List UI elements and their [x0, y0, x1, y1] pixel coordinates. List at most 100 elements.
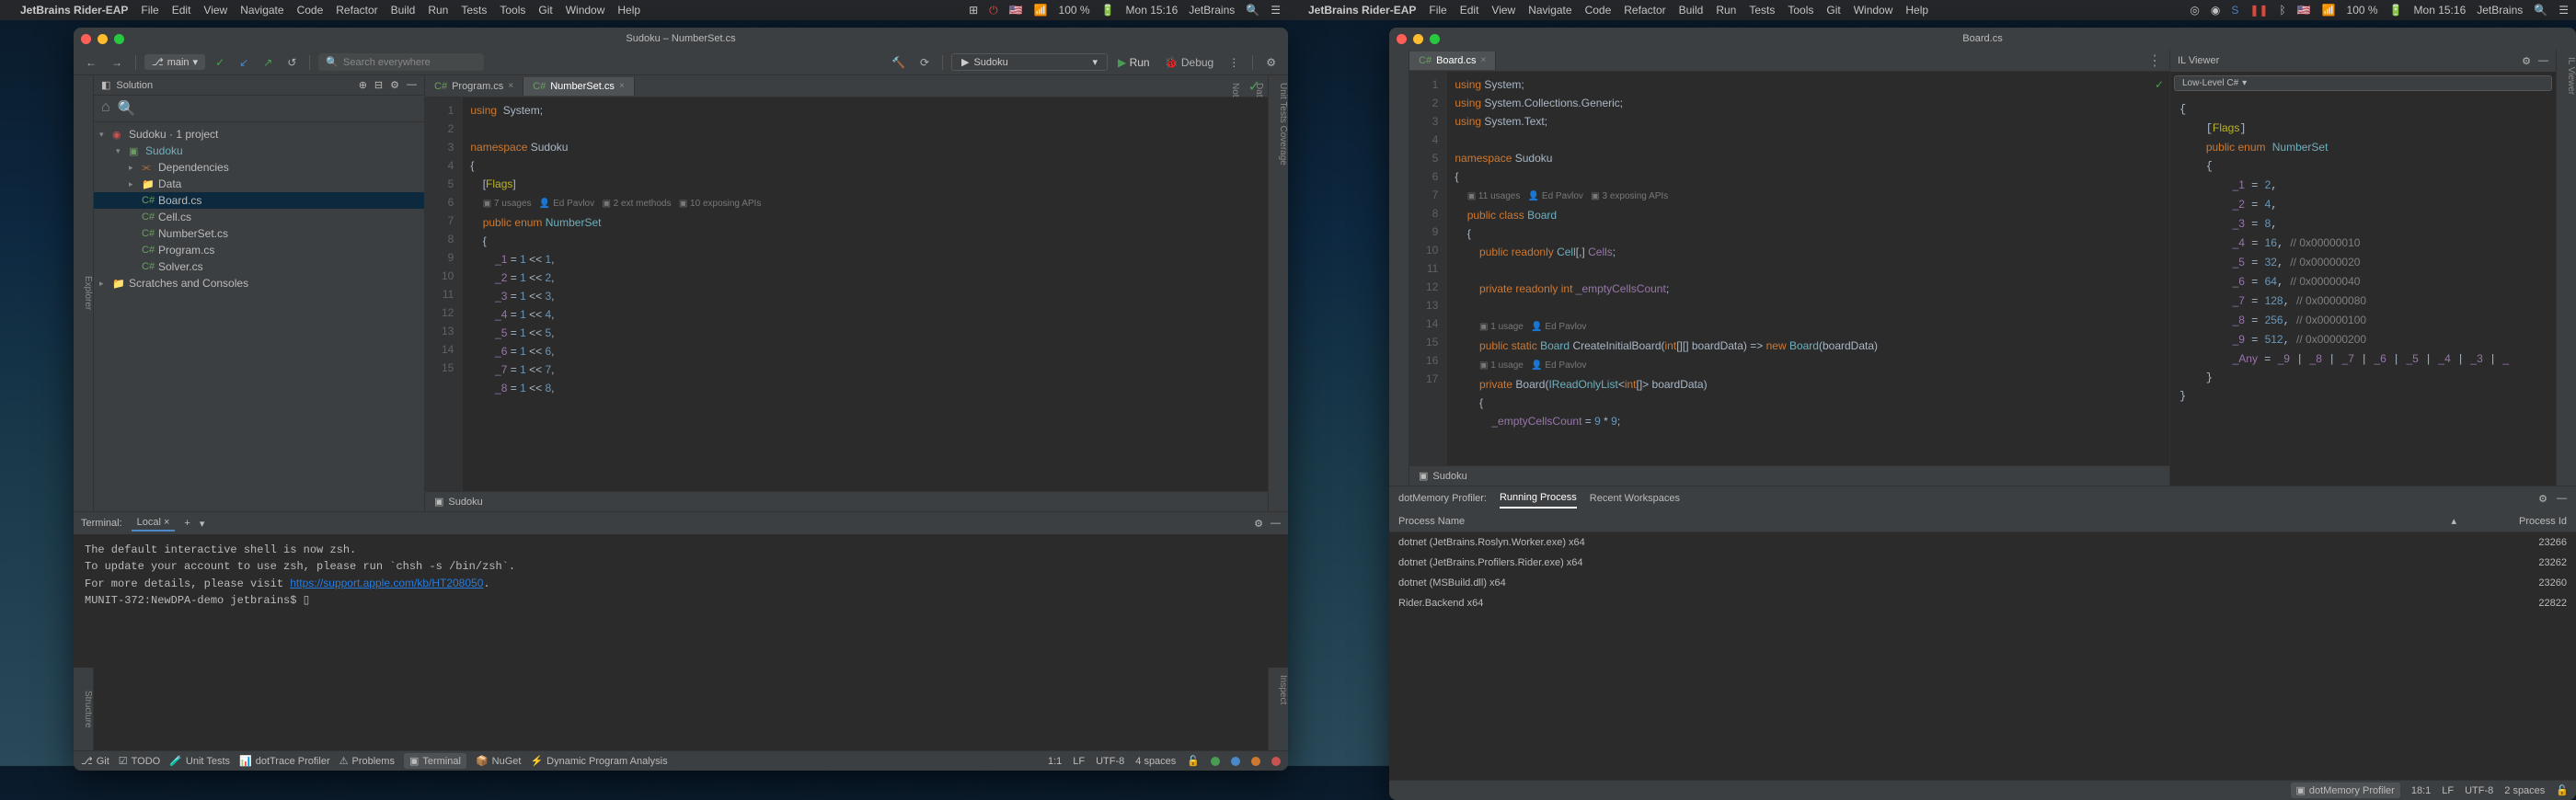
menubar-app[interactable]: JetBrains Rider-EAP [20, 4, 128, 17]
structure-tab[interactable]: Structure [83, 675, 93, 743]
reload-icon[interactable]: ⟳ [915, 54, 934, 71]
more-icon[interactable]: ⋮ [2140, 51, 2169, 70]
sort-icon[interactable]: ▴ [2451, 515, 2456, 527]
flag-icon[interactable]: 🇺🇸 [1009, 4, 1023, 17]
col-process-id[interactable]: Process Id [2475, 516, 2567, 527]
menu-tools[interactable]: Tools [1788, 4, 1813, 17]
terminal-output[interactable]: The default interactive shell is now zsh… [74, 534, 1288, 750]
col-process-name[interactable]: Process Name [1398, 516, 2451, 527]
close-button[interactable] [81, 34, 91, 44]
commit-icon[interactable]: ✓ [211, 54, 229, 71]
tab-numberset[interactable]: C#NumberSet.cs× [523, 77, 635, 96]
battery-icon[interactable]: 🔋 [1101, 4, 1115, 17]
tree-deps[interactable]: ▸⫘Dependencies [94, 159, 424, 176]
flag-icon[interactable]: 🇺🇸 [2297, 4, 2311, 17]
inspection-icon[interactable]: ✓ [2155, 75, 2164, 94]
search-icon[interactable]: 🔍 [118, 99, 136, 118]
menubar-app[interactable]: JetBrains Rider-EAP [1308, 4, 1416, 17]
power-icon[interactable]: ⏻ [989, 4, 998, 17]
tree-project[interactable]: ▾▣Sudoku [94, 143, 424, 159]
close-button[interactable] [1397, 34, 1407, 44]
process-row[interactable]: dotnet (JetBrains.Profilers.Rider.exe) x… [1389, 553, 2576, 573]
tree-data[interactable]: ▸📁Data [94, 176, 424, 192]
process-row[interactable]: dotnet (MSBuild.dll) x6423260 [1389, 573, 2576, 593]
zoom-button[interactable] [1430, 34, 1440, 44]
menu-window[interactable]: Window [1854, 4, 1893, 17]
battery-icon[interactable]: 🔋 [2389, 4, 2403, 17]
terminal-dropdown[interactable]: ▾ [200, 518, 205, 530]
clock[interactable]: Mon 15:16 [2414, 4, 2467, 17]
code-area[interactable]: using System; using System.Collections.G… [1447, 72, 2169, 465]
code-area[interactable]: using System; namespace Sudoku { [Flags]… [463, 97, 1268, 491]
tab-board[interactable]: C#Board.cs× [1409, 51, 1496, 70]
menu-edit[interactable]: Edit [172, 4, 191, 17]
home-icon[interactable]: ⌂ [101, 99, 110, 118]
settings-icon[interactable]: ⚙ [390, 79, 399, 91]
code-editor[interactable]: 1234567891011121314151617 using System; … [1409, 72, 2169, 465]
control-center-icon[interactable]: ☰ [2559, 4, 2569, 17]
wifi-icon[interactable]: 📶 [1034, 4, 1048, 17]
caret-pos[interactable]: 18:1 [2411, 785, 2431, 796]
s-icon[interactable]: S [2231, 4, 2238, 17]
new-terminal-button[interactable]: + [184, 518, 190, 529]
tree-file-board[interactable]: C#Board.cs [94, 192, 424, 209]
trackpad-icon[interactable]: ⊞ [969, 4, 978, 17]
menu-view[interactable]: View [203, 4, 227, 17]
settings-icon[interactable]: ⚙ [2522, 55, 2531, 67]
right-app[interactable]: JetBrains [1189, 4, 1235, 17]
search-icon[interactable]: 🔍 [1246, 4, 1259, 17]
run-button[interactable]: ▶ Run [1113, 54, 1155, 71]
menu-build[interactable]: Build [1679, 4, 1704, 17]
titlebar[interactable]: Board.cs [1389, 28, 2576, 50]
minimize-button[interactable] [1413, 34, 1423, 44]
il-level-selector[interactable]: Low-Level C# ▾ [2174, 75, 2552, 91]
hide-icon[interactable]: — [2557, 493, 2567, 505]
indent[interactable]: 4 spaces [1135, 756, 1176, 767]
line-sep[interactable]: LF [1073, 756, 1085, 767]
menu-refactor[interactable]: Refactor [1624, 4, 1665, 17]
run-config-selector[interactable]: ▶ Sudoku▾ [951, 53, 1108, 71]
circle-icon[interactable]: ◎ [2190, 4, 2199, 17]
settings-icon[interactable]: ⚙ [1261, 54, 1281, 71]
sb-dpa[interactable]: ⚡ Dynamic Program Analysis [530, 753, 667, 769]
sync-icon[interactable]: ⊕ [359, 79, 367, 91]
menu-help[interactable]: Help [1905, 4, 1928, 17]
breadcrumb[interactable]: ▣ Sudoku [425, 491, 1268, 511]
menu-git[interactable]: Git [538, 4, 552, 17]
tree-file-cell[interactable]: C#Cell.cs [94, 209, 424, 225]
collapse-icon[interactable]: ⊟ [374, 79, 383, 91]
bluetooth-icon[interactable]: ᛒ [2279, 4, 2285, 17]
pause-icon[interactable]: ❚❚ [2249, 4, 2268, 17]
process-row[interactable]: dotnet (JetBrains.Roslyn.Worker.exe) x64… [1389, 532, 2576, 553]
settings-icon[interactable]: ⚙ [2538, 493, 2547, 505]
menu-file[interactable]: File [1429, 4, 1446, 17]
menu-view[interactable]: View [1491, 4, 1515, 17]
more-icon[interactable]: ⋮ [1224, 54, 1244, 71]
menu-tests[interactable]: Tests [1749, 4, 1775, 17]
sb-terminal[interactable]: ▣ Terminal [404, 753, 466, 769]
tree-file-numberset[interactable]: C#NumberSet.cs [94, 225, 424, 242]
menu-navigate[interactable]: Navigate [240, 4, 283, 17]
control-center-icon[interactable]: ☰ [1271, 4, 1281, 17]
il-viewer-tab[interactable]: IL Viewer [2566, 57, 2576, 478]
tab-running-process[interactable]: Running Process [1500, 488, 1577, 509]
terminal-local[interactable]: Local × [132, 515, 176, 531]
build-icon[interactable]: 🔨 [887, 54, 910, 71]
line-sep[interactable]: LF [2442, 785, 2454, 796]
tree-root[interactable]: ▾◉Sudoku · 1 project [94, 126, 424, 143]
sb-todo[interactable]: ☑ TODO [119, 753, 160, 769]
zoom-button[interactable] [114, 34, 124, 44]
status-green-dot[interactable] [1211, 757, 1220, 766]
sb-dottrace[interactable]: 📊 dotTrace Profiler [239, 753, 330, 769]
indent[interactable]: 2 spaces [2504, 785, 2545, 796]
code-editor[interactable]: 123456789101112131415 using System; name… [425, 97, 1268, 491]
sb-problems[interactable]: ⚠ Problems [339, 753, 395, 769]
tab-recent-workspaces[interactable]: Recent Workspaces [1590, 489, 1680, 508]
search-everywhere[interactable]: 🔍 Search everywhere [318, 53, 484, 71]
close-icon[interactable]: × [1480, 55, 1486, 65]
status-orange-dot[interactable] [1251, 757, 1260, 766]
menu-tools[interactable]: Tools [500, 4, 525, 17]
hide-icon[interactable]: — [2538, 55, 2548, 67]
hide-icon[interactable]: — [407, 79, 417, 91]
readonly-icon[interactable]: 🔓 [2556, 784, 2569, 796]
